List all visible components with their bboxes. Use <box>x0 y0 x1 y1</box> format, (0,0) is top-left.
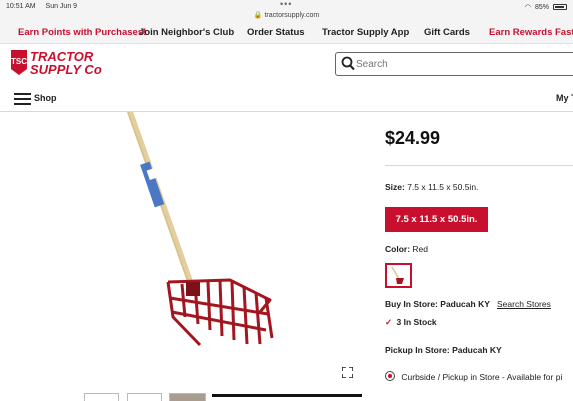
check-icon: ✓ <box>385 317 393 327</box>
search-icon[interactable] <box>341 56 355 71</box>
search-input[interactable] <box>356 56 556 72</box>
product-price: $24.99 <box>385 128 441 148</box>
address-bar[interactable]: 🔒 tractorsupply.com <box>0 11 573 19</box>
status-bar: 10:51 AM Sun Jun 9 ••• 🔒 tractorsupply.c… <box>0 0 573 20</box>
buy-in-store: Buy In Store: Paducah KY <box>385 299 490 309</box>
neighbors-club-link[interactable]: Join Neighbor's Club <box>139 27 234 38</box>
stock-status-text: 3 In Stock <box>396 317 437 327</box>
store-name: Paducah KY <box>440 299 490 309</box>
gift-cards-link[interactable]: Gift Cards <box>424 27 470 38</box>
size-value: 7.5 x 11.5 x 50.5in. <box>407 182 479 192</box>
curbside-text: Curbside / Pickup in Store - Available f… <box>401 372 563 382</box>
earn-rewards-link[interactable]: Earn Rewards Faster <box>489 27 573 38</box>
promo-bar: Earn Points with Purchases! Join Neighbo… <box>0 20 573 44</box>
color-label: Color: Red <box>385 244 428 254</box>
size-label: Size: 7.5 x 11.5 x 50.5in. <box>385 182 478 192</box>
search-stores-link[interactable]: Search Stores <box>497 299 551 309</box>
more-dots-icon[interactable]: ••• <box>280 0 292 9</box>
thumbnail-strip <box>0 393 573 401</box>
pickup-label: Pickup In Store: <box>385 345 450 355</box>
product-image[interactable] <box>110 109 310 362</box>
pickup-in-store: Pickup In Store: Paducah KY <box>385 345 502 355</box>
status-time: 10:51 AM <box>6 3 36 10</box>
pickup-store: Paducah KY <box>452 345 502 355</box>
curbside-option[interactable]: Curbside / Pickup in Store - Available f… <box>385 371 562 382</box>
color-label-text: Color: <box>385 244 411 254</box>
shop-menu-label[interactable]: Shop <box>34 93 57 103</box>
my-account-link[interactable]: My T <box>556 93 573 103</box>
wifi-icon: ◠ <box>524 4 531 11</box>
expand-icon[interactable] <box>342 367 353 378</box>
size-label-text: Size: <box>385 182 405 192</box>
site-header: TSC TRACTOR SUPPLY Co <box>0 44 573 84</box>
curbside-radio[interactable] <box>385 371 395 381</box>
svg-text:SUPPLY Co: SUPPLY Co <box>30 62 102 77</box>
status-icons: ◠ 85% <box>525 3 567 11</box>
search-box[interactable] <box>335 52 573 76</box>
lock-icon: 🔒 <box>253 12 263 19</box>
earn-points-link[interactable]: Earn Points with Purchases! <box>18 27 146 38</box>
image-scroll-indicator <box>212 394 362 397</box>
size-option-button[interactable]: 7.5 x 11.5 x 50.5in. <box>385 207 488 232</box>
address-url: tractorsupply.com <box>264 12 320 19</box>
color-swatch-red[interactable] <box>385 263 412 288</box>
order-status-link[interactable]: Order Status <box>247 27 305 38</box>
divider <box>385 165 573 166</box>
battery-percent: 85% <box>534 3 549 11</box>
battery-icon <box>553 4 567 10</box>
stock-status: ✓ 3 In Stock <box>385 317 437 328</box>
tractor-supply-logo[interactable]: TSC TRACTOR SUPPLY Co <box>10 47 110 77</box>
status-time-date: 10:51 AM Sun Jun 9 <box>6 3 85 10</box>
color-value: Red <box>412 244 428 254</box>
logo-badge-text: TSC <box>11 57 27 66</box>
hamburger-icon[interactable] <box>14 93 31 105</box>
status-date: Sun Jun 9 <box>45 3 78 10</box>
app-link[interactable]: Tractor Supply App <box>322 27 409 38</box>
buy-in-store-label: Buy In Store: <box>385 299 438 309</box>
nav-row: Shop My T <box>0 84 573 112</box>
